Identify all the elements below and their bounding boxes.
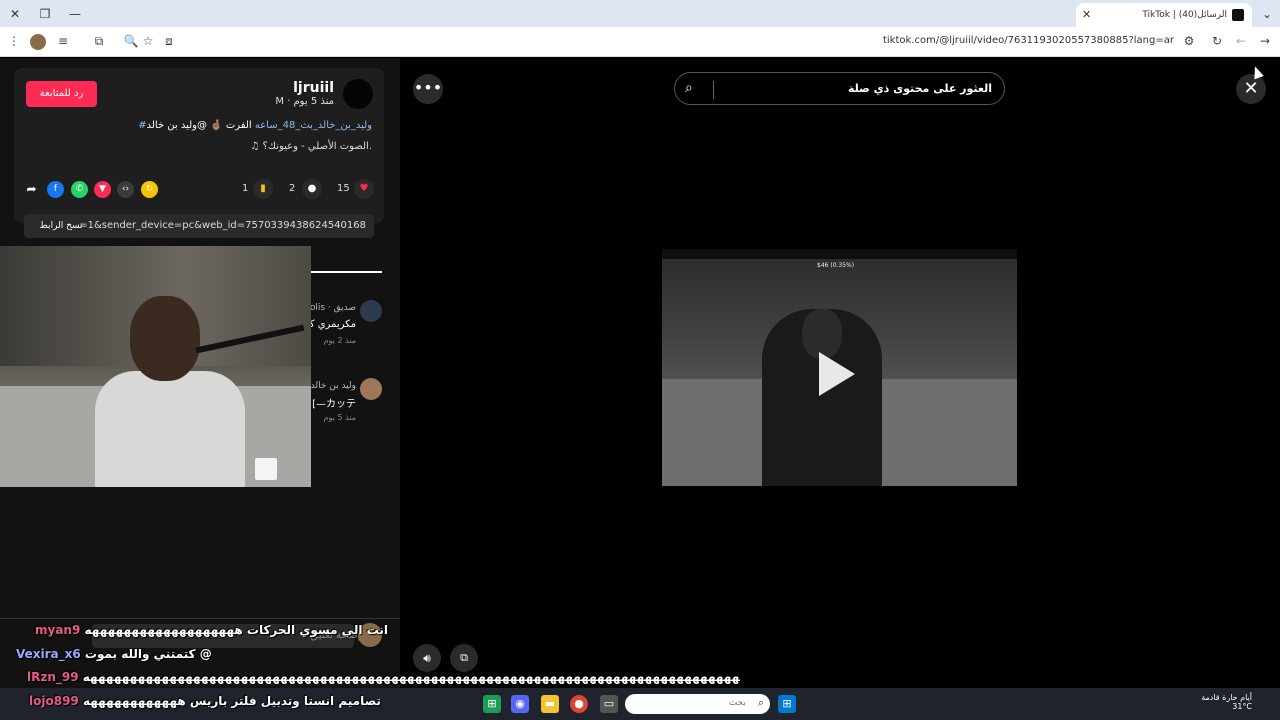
- share-icon[interactable]: ➦: [23, 181, 40, 198]
- bookmark-icon[interactable]: ▮: [253, 179, 273, 199]
- back-icon[interactable]: →: [1257, 34, 1273, 48]
- comment-time: منذ 5 يوم: [323, 413, 356, 422]
- webcam-person-head: [130, 296, 200, 381]
- extensions-icon[interactable]: ⧉: [91, 34, 107, 49]
- address-bar-url[interactable]: tiktok.com/@ljruiil/video/76311930205573…: [883, 35, 1174, 46]
- saves-count: 1: [242, 183, 249, 194]
- caption-prefix: الفرت 🤞🏽 @وليد بن خالد: [146, 120, 252, 131]
- chat-message: myan9 انت الي مسوي الحركات ههههههههههههه…: [35, 623, 388, 637]
- site-settings-icon[interactable]: ⚙: [1181, 34, 1197, 48]
- comments-tab-indicator: [311, 271, 382, 273]
- app-store-icon[interactable]: ⊞: [483, 695, 501, 713]
- task-view-icon[interactable]: ▭: [600, 695, 618, 713]
- bookmark-star-icon[interactable]: ☆: [140, 34, 156, 48]
- reload-icon[interactable]: ↻: [1209, 34, 1225, 48]
- related-search-input[interactable]: ⌕ العثور على محتوى ذي صلة: [674, 72, 1005, 105]
- browser-tab[interactable]: ✕ TikTok | الرسائل(40): [1076, 3, 1252, 27]
- screen: ✕ ❐ — + ✕ TikTok | الرسائل(40) ⌄ ⋮ ≡ ⧉ 🔍…: [0, 0, 1280, 720]
- copy-link-row: ...=1&sender_device=pc&web_id=7570339438…: [24, 214, 374, 238]
- discord-icon[interactable]: ◉: [511, 695, 529, 713]
- comment-text: [—カッテ: [312, 399, 356, 410]
- more-icon[interactable]: •••: [413, 74, 443, 104]
- chat-username: Vexira_x6: [16, 647, 81, 661]
- music-link[interactable]: ♫ الصوت الأصلي - وعيونك؟.: [250, 141, 372, 152]
- picture-in-picture-icon[interactable]: ⧉: [450, 644, 478, 672]
- webcam-cup: [255, 458, 277, 480]
- windows-start-icon[interactable]: ⊞: [778, 695, 796, 713]
- webcam-person-body: [95, 371, 245, 487]
- chat-text: ترا انت الي مسوي الحركات ههههههههههههههه…: [82, 670, 740, 684]
- tiktok-page: ljruiil M · منذ 5 يوم رد للمتابعة #وليد_…: [0, 58, 1280, 688]
- weather-widget[interactable]: أيام حارة قادمة 31°C: [1201, 693, 1252, 711]
- embed-icon[interactable]: ‹›: [117, 181, 134, 198]
- volume-icon[interactable]: 🔊︎: [413, 644, 441, 672]
- follow-back-button[interactable]: رد للمتابعة: [26, 81, 97, 107]
- share-link-text: ...=1&sender_device=pc&web_id=7570339438…: [69, 220, 366, 231]
- comment-author[interactable]: وليد بن خالد: [311, 381, 356, 391]
- browser-menu-icon[interactable]: ⋮: [6, 34, 22, 48]
- taskbar-search-placeholder: بحث: [728, 698, 746, 708]
- comment-item: وليد بن خالد [—カッテ منذ 5 يوم: [311, 376, 400, 436]
- likes-count: 15: [337, 183, 350, 194]
- zoom-icon[interactable]: 🔍: [123, 34, 139, 48]
- comment-item: solis · صديق مكريمري كا منذ 2 يوم: [305, 298, 400, 358]
- comment-author[interactable]: solis · صديق: [305, 303, 356, 313]
- comment-time: منذ 2 يوم: [323, 336, 356, 345]
- streamer-webcam-overlay: [0, 246, 311, 487]
- author-name[interactable]: ljruiil: [293, 80, 334, 96]
- copy-link-button[interactable]: نسخ الرابط: [30, 216, 92, 236]
- repost-icon[interactable]: ↻: [141, 181, 158, 198]
- comments-count: 2: [289, 183, 296, 194]
- comment-avatar[interactable]: [360, 300, 382, 322]
- chat-username: lRzn_99: [27, 670, 79, 684]
- browser-toolbar: ⋮ ≡ ⧉ 🔍 ☆ ⧈ tiktok.com/@ljruiil/video/76…: [0, 27, 1280, 57]
- taskbar-search[interactable]: بحث ⌕: [625, 694, 770, 714]
- send-to-friends-icon[interactable]: ▼: [94, 181, 111, 198]
- comment-icon[interactable]: ●: [302, 179, 322, 199]
- author-avatar[interactable]: [343, 79, 373, 109]
- close-icon[interactable]: ✕: [1236, 74, 1266, 104]
- comment-text: مكريمري كا: [306, 319, 356, 330]
- tiktok-favicon-icon: [1232, 9, 1244, 21]
- chat-message: lojo899 تصاميم انستا وتدبيل فلتر باريس ه…: [29, 694, 381, 708]
- chat-message: Vexira_x6 كتمتني والله بموت @: [16, 647, 212, 661]
- post-caption: #وليد_بن_خالد_بث_48_ساعه الفرت 🤞🏽 @وليد …: [138, 120, 372, 131]
- video-overlay-price: $46 (0.35%): [817, 262, 855, 269]
- window-close-icon[interactable]: ✕: [6, 5, 24, 23]
- tab-close-icon[interactable]: ✕: [1082, 8, 1091, 21]
- weather-temp: 31°C: [1232, 702, 1252, 711]
- heart-icon[interactable]: ♥: [354, 179, 374, 199]
- window-minimize-icon[interactable]: —: [66, 5, 84, 23]
- weather-text: أيام حارة قادمة: [1201, 693, 1252, 702]
- chat-username: myan9: [35, 623, 81, 637]
- author-meta: M · منذ 5 يوم: [275, 96, 334, 107]
- translate-icon[interactable]: ⧈: [161, 34, 177, 49]
- chat-username: lojo899: [29, 694, 79, 708]
- comments-panel: ljruiil M · منذ 5 يوم رد للمتابعة #وليد_…: [0, 58, 400, 688]
- chat-message: lRzn_99 ترا انت الي مسوي الحركات ههههههه…: [27, 670, 740, 684]
- search-placeholder: العثور على محتوى ذي صلة: [847, 82, 992, 95]
- whatsapp-icon[interactable]: ✆: [71, 181, 88, 198]
- forward-icon[interactable]: ←: [1233, 34, 1249, 48]
- taskbar-search-icon: ⌕: [757, 696, 764, 709]
- comment-avatar[interactable]: [360, 378, 382, 400]
- window-restore-icon[interactable]: ❐: [36, 5, 54, 23]
- chrome-icon[interactable]: ●: [570, 695, 588, 713]
- facebook-icon[interactable]: f: [47, 181, 64, 198]
- play-icon[interactable]: [819, 352, 855, 396]
- chat-text: كتمتني والله بموت @: [84, 647, 212, 661]
- tab-title: TikTok | الرسائل(40): [1142, 10, 1227, 20]
- tab-list-chevron-icon[interactable]: ⌄: [1258, 5, 1276, 23]
- profile-avatar[interactable]: [30, 34, 46, 50]
- search-divider: [713, 81, 714, 99]
- file-explorer-icon[interactable]: ▬: [541, 695, 559, 713]
- browser-tabstrip: ✕ ❐ — + ✕ TikTok | الرسائل(40) ⌄: [0, 0, 1280, 27]
- chat-text: تصاميم انستا وتدبيل فلتر باريس ههههههههه…: [82, 694, 381, 708]
- actions-row: ♥ 15 ● 2 ▮ 1 ↻ ‹› ▼ ✆ f ➦: [0, 179, 400, 201]
- video-topbar: [662, 249, 1017, 259]
- search-icon[interactable]: ⌕: [685, 80, 693, 96]
- chat-text: انت الي مسوي الحركات ههههههههههههههههههه…: [84, 623, 388, 637]
- media-control-icon[interactable]: ≡: [55, 34, 71, 48]
- video-player[interactable]: $46 (0.35%): [662, 249, 1017, 486]
